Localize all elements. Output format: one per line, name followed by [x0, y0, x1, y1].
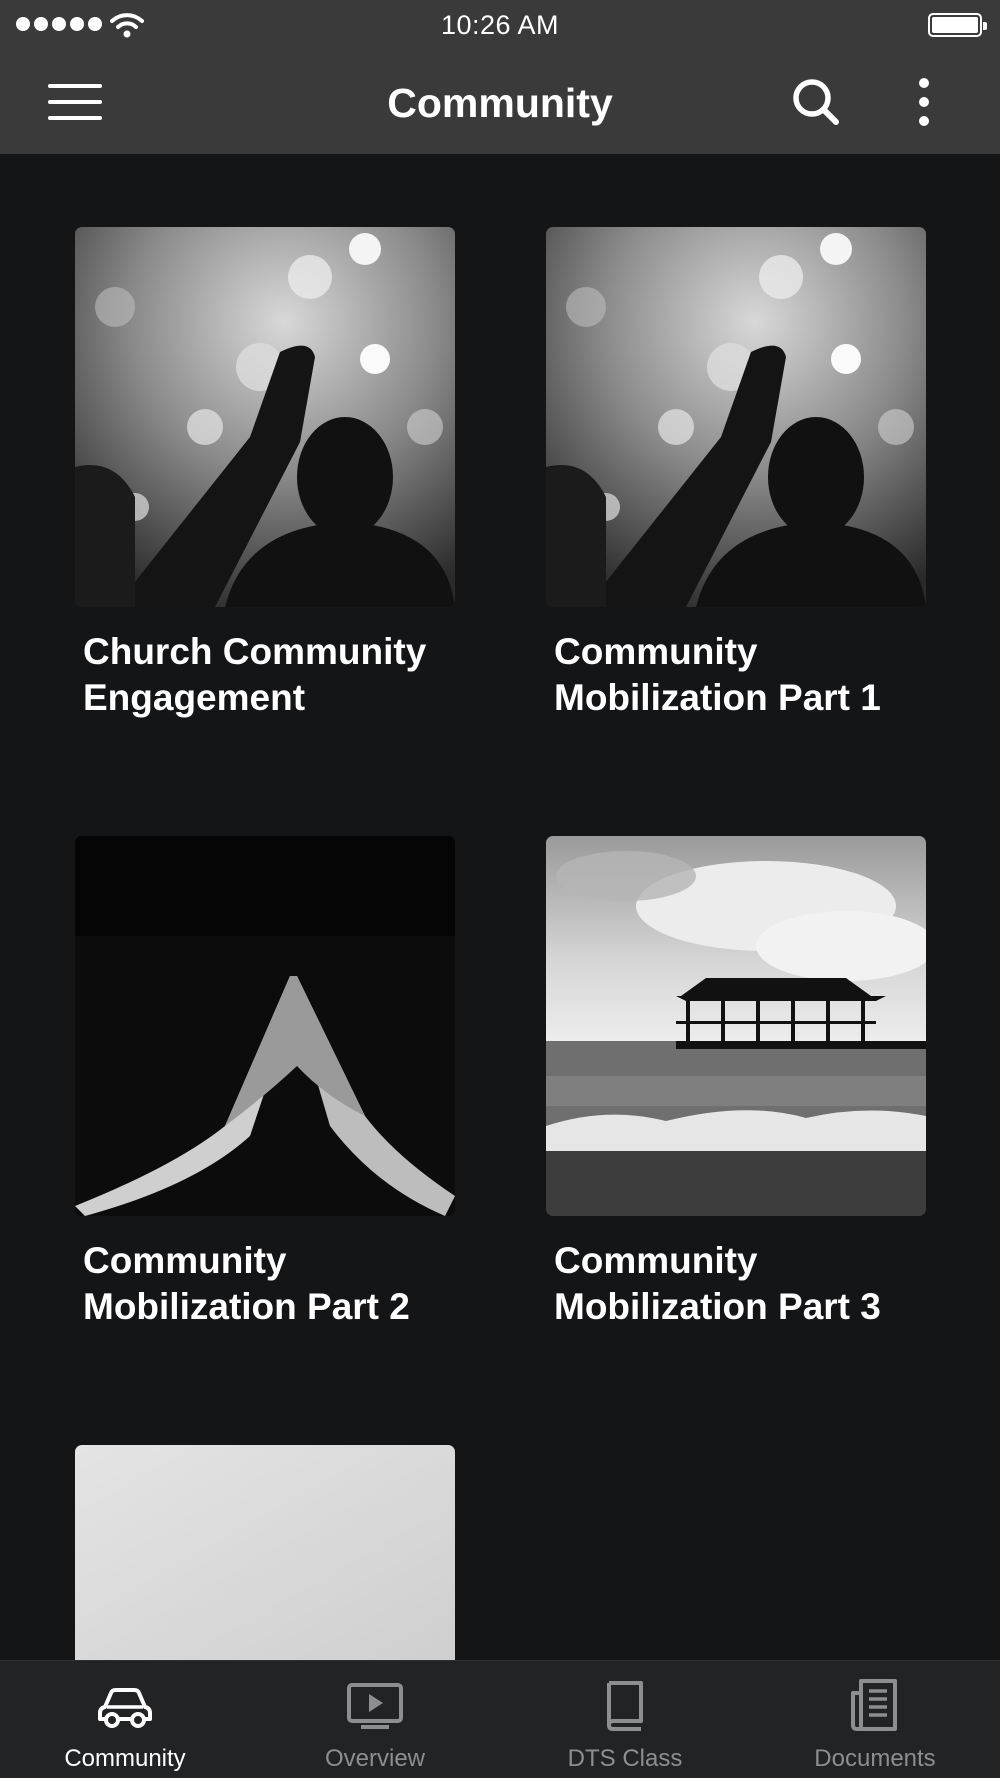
tab-label: Documents [814, 1745, 936, 1772]
status-bar: 10:26 AM [0, 0, 1000, 50]
worship-concert-image [75, 227, 455, 607]
card-title: Church Community Engagement [83, 631, 427, 718]
praying-hands-image [75, 836, 455, 1216]
more-options-icon[interactable] [908, 76, 940, 128]
worship-concert-image [546, 227, 926, 607]
tab-label: Community [64, 1745, 186, 1772]
beach-pier-image [546, 836, 926, 1216]
navigation-bar: Community [0, 50, 1000, 154]
battery-icon [928, 13, 987, 37]
course-card[interactable]: Church Community Engagement [75, 227, 455, 721]
search-icon[interactable] [790, 76, 842, 128]
card-thumbnail-image [75, 1445, 455, 1660]
card-title: Community Mobilization Part 3 [554, 1240, 881, 1327]
tab-bar: Community Overview DTS Class Documents [0, 1660, 1000, 1778]
tab-overview[interactable]: Overview [250, 1661, 500, 1778]
card-title: Community Mobilization Part 2 [83, 1240, 410, 1327]
car-icon [98, 1688, 152, 1728]
book-icon [607, 1681, 643, 1731]
tab-label: DTS Class [567, 1745, 683, 1772]
tab-documents[interactable]: Documents [750, 1661, 1000, 1778]
course-card[interactable] [75, 1445, 455, 1660]
course-card[interactable]: Community Mobilization Part 2 [75, 836, 455, 1330]
document-icon [851, 1679, 897, 1731]
status-time: 10:26 AM [440, 10, 560, 40]
card-title: Community Mobilization Part 1 [554, 631, 881, 718]
tab-community[interactable]: Community [0, 1661, 250, 1778]
page-title: Community [387, 80, 613, 126]
tab-dts-class[interactable]: DTS Class [500, 1661, 750, 1778]
video-player-icon [347, 1683, 403, 1729]
course-card[interactable]: Community Mobilization Part 3 [546, 836, 926, 1330]
tab-label: Overview [324, 1745, 426, 1772]
course-card[interactable]: Community Mobilization Part 1 [546, 227, 926, 721]
